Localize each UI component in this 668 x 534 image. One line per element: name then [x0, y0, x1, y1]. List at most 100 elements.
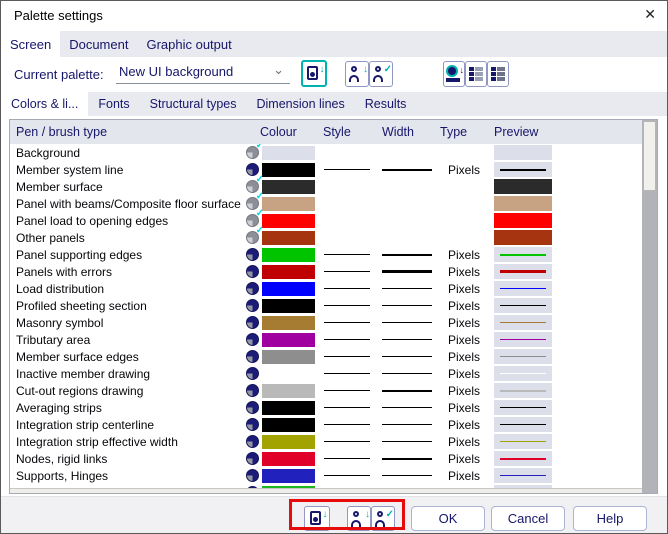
list-view-button[interactable] [465, 61, 487, 87]
table-row[interactable]: Masonry symbolPixels [10, 314, 642, 331]
table-row[interactable]: Panel load to opening edges✓ [10, 212, 642, 229]
cancel-button[interactable]: Cancel [491, 506, 565, 531]
horizontal-scrollbar[interactable] [10, 488, 642, 493]
colour-swatch[interactable] [262, 316, 315, 330]
subtab-fonts[interactable]: Fonts [88, 92, 139, 116]
colour-swatch[interactable] [262, 469, 315, 483]
tab-document[interactable]: Document [60, 31, 137, 57]
subtab-dimension-lines[interactable]: Dimension lines [247, 92, 355, 116]
width-line[interactable] [382, 322, 432, 323]
style-line[interactable] [324, 407, 370, 408]
apply-to-all-button[interactable]: ↓ [443, 61, 465, 87]
colour-swatch[interactable] [262, 146, 315, 160]
colour-swatch[interactable] [262, 333, 315, 347]
style-line[interactable] [324, 441, 370, 442]
colour-swatch[interactable] [262, 265, 315, 279]
style-line[interactable] [324, 373, 370, 374]
type-cell[interactable]: Pixels [440, 418, 494, 432]
width-line[interactable] [382, 424, 432, 425]
scrollbar-thumb[interactable] [643, 121, 656, 191]
style-line[interactable] [324, 424, 370, 425]
colour-swatch[interactable] [262, 367, 315, 381]
pen-icon[interactable] [246, 248, 259, 261]
type-cell[interactable]: Pixels [440, 316, 494, 330]
table-row[interactable]: Supports, HingesPixels [10, 467, 642, 484]
pen-icon[interactable] [246, 401, 259, 414]
style-line[interactable] [324, 288, 370, 289]
table-row[interactable]: Cut-out regions drawingPixels [10, 382, 642, 399]
pen-icon[interactable] [246, 265, 259, 278]
colour-swatch[interactable] [262, 299, 315, 313]
type-cell[interactable]: Pixels [440, 384, 494, 398]
style-line[interactable] [324, 356, 370, 357]
style-line[interactable] [324, 339, 370, 340]
width-line[interactable] [382, 441, 432, 442]
width-line[interactable] [382, 407, 432, 408]
close-icon[interactable]: ✕ [644, 7, 656, 21]
table-row[interactable]: Member system linePixels [10, 161, 642, 178]
width-line[interactable] [382, 390, 432, 392]
colour-swatch[interactable] [262, 248, 315, 262]
colour-swatch[interactable] [262, 180, 315, 194]
colour-swatch[interactable] [262, 401, 315, 415]
colour-swatch[interactable] [262, 282, 315, 296]
type-cell[interactable]: Pixels [440, 435, 494, 449]
style-line[interactable] [324, 305, 370, 306]
apply-user-settings-button[interactable]: ✓ [369, 61, 393, 87]
width-line[interactable] [382, 339, 432, 340]
colour-swatch[interactable] [262, 452, 315, 466]
table-row[interactable]: Member surface✓ [10, 178, 642, 195]
style-line[interactable] [324, 458, 370, 459]
type-cell[interactable]: Pixels [440, 350, 494, 364]
style-line[interactable] [324, 254, 370, 255]
tab-graphic-output[interactable]: Graphic output [137, 31, 240, 57]
pen-icon[interactable] [246, 452, 259, 465]
type-cell[interactable]: Pixels [440, 401, 494, 415]
table-row[interactable]: Integration strip centerlinePixels [10, 416, 642, 433]
subtab-colors-li[interactable]: Colors & li... [1, 92, 88, 116]
table-row[interactable]: Averaging stripsPixels [10, 399, 642, 416]
pen-icon[interactable] [246, 469, 259, 482]
type-cell[interactable]: Pixels [440, 469, 494, 483]
colour-swatch[interactable] [262, 231, 315, 245]
width-line[interactable] [382, 305, 432, 306]
table-row[interactable]: Member surface edgesPixels [10, 348, 642, 365]
load-palette-button-footer[interactable]: ↓ [304, 506, 330, 531]
type-cell[interactable]: Pixels [440, 367, 494, 381]
width-line[interactable] [382, 270, 432, 273]
type-cell[interactable]: Pixels [440, 282, 494, 296]
width-line[interactable] [382, 475, 432, 476]
palette-dropdown[interactable]: New UI background ⌄ [116, 61, 290, 84]
pen-icon[interactable] [246, 384, 259, 397]
table-row[interactable]: Profiled sheeting sectionPixels [10, 297, 642, 314]
type-cell[interactable]: Pixels [440, 299, 494, 313]
width-line[interactable] [382, 169, 432, 171]
table-row[interactable]: Background✓ [10, 144, 642, 161]
import-user-settings-button[interactable]: ↓ [345, 61, 369, 87]
table-row[interactable]: Panel supporting edgesPixels [10, 246, 642, 263]
subtab-results[interactable]: Results [355, 92, 417, 116]
style-line[interactable] [324, 169, 370, 170]
pen-icon[interactable] [246, 282, 259, 295]
table-row[interactable]: Other panels✓ [10, 229, 642, 246]
colour-swatch[interactable] [262, 435, 315, 449]
width-line[interactable] [382, 373, 432, 374]
colour-swatch[interactable] [262, 384, 315, 398]
style-line[interactable] [324, 390, 370, 391]
style-line[interactable] [324, 271, 370, 272]
table-row[interactable]: Integration strip effective widthPixels [10, 433, 642, 450]
type-cell[interactable]: Pixels [440, 265, 494, 279]
table-row[interactable]: Nodes, rigid linksPixels [10, 450, 642, 467]
colour-swatch[interactable] [262, 163, 315, 177]
table-row[interactable]: Panel with beams/Composite floor surface… [10, 195, 642, 212]
type-cell[interactable]: Pixels [440, 163, 494, 177]
list-view-compact-button[interactable] [487, 61, 509, 87]
vertical-scrollbar[interactable] [642, 120, 657, 493]
apply-user-settings-button-footer[interactable]: ✓ [371, 506, 395, 531]
ok-button[interactable]: OK [411, 506, 485, 531]
pen-icon[interactable] [246, 367, 259, 380]
pen-icon[interactable] [246, 350, 259, 363]
help-button[interactable]: Help [573, 506, 647, 531]
pen-icon[interactable] [246, 299, 259, 312]
pen-icon[interactable] [246, 435, 259, 448]
